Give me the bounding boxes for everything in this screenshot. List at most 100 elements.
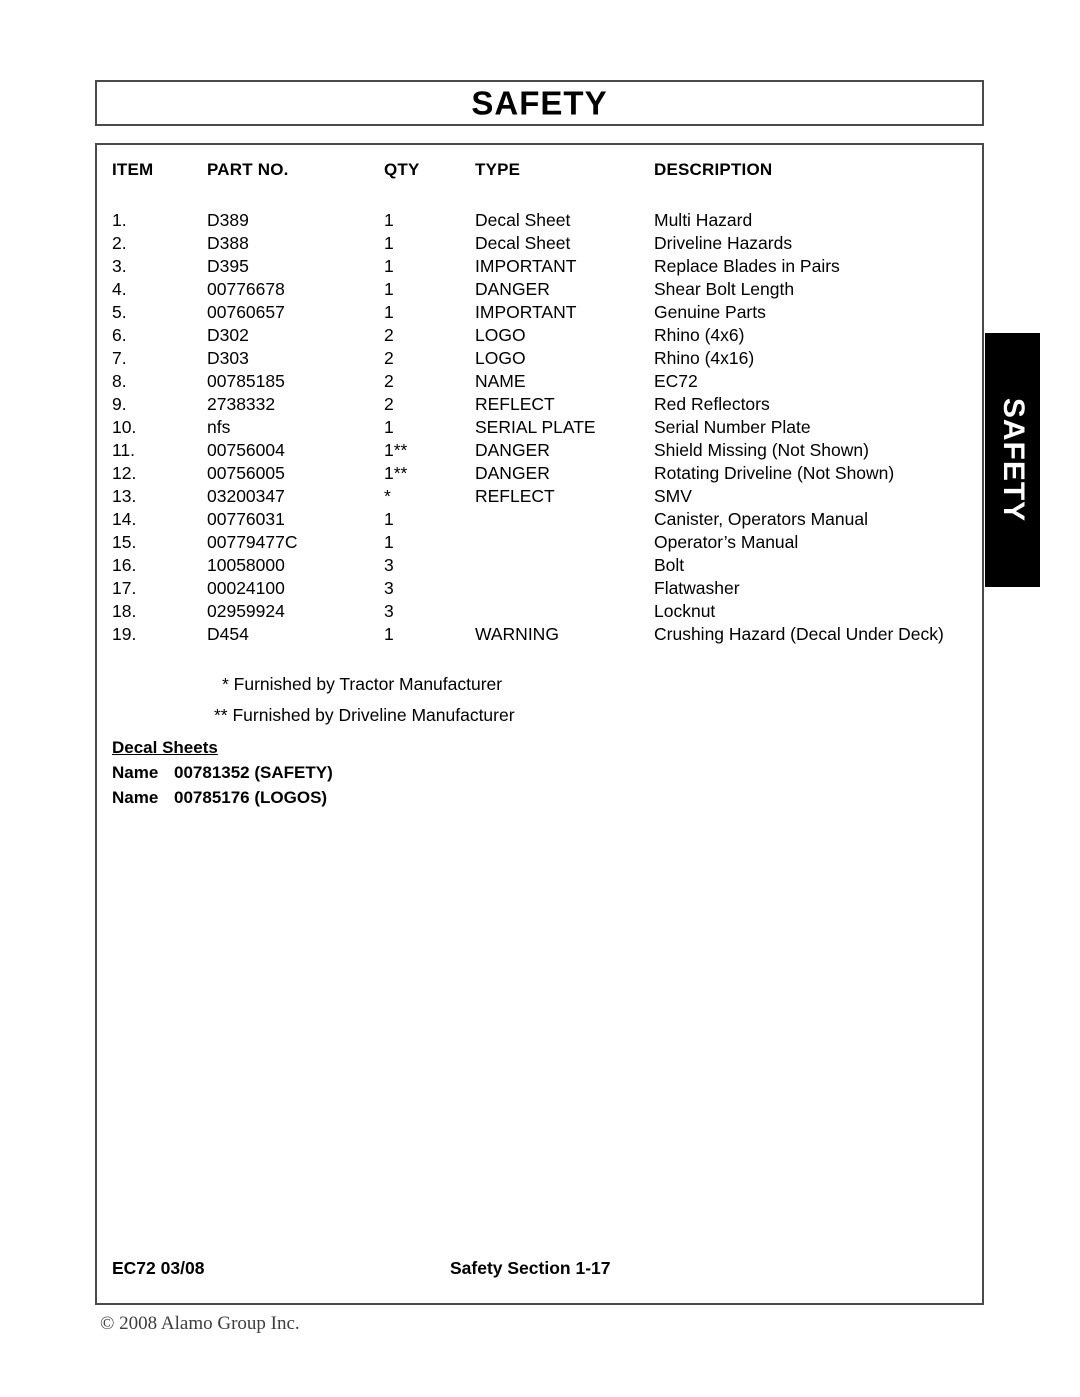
cell-qty: 1 xyxy=(384,279,394,299)
cell-description: Rhino (4x16) xyxy=(654,348,755,368)
cell-item: 14. xyxy=(112,509,137,529)
table-row: 14. 00776031 1 Canister, Operators Manual xyxy=(97,508,982,531)
cell-item: 7. xyxy=(112,348,127,368)
cell-part-no: 00756004 xyxy=(207,440,285,460)
cell-part-no: D388 xyxy=(207,233,249,253)
table-row: 12. 00756005 1** DANGER Rotating Driveline (… xyxy=(97,462,982,485)
cell-item: 8. xyxy=(112,371,127,391)
cell-description: Crushing Hazard (Decal Under Deck) xyxy=(654,624,944,644)
cell-qty: 2 xyxy=(384,394,394,414)
table-header-row: ITEM PART NO. QTY TYPE DESCRIPTION xyxy=(97,158,982,181)
cell-part-no: D454 xyxy=(207,624,249,644)
cell-item: 18. xyxy=(112,601,137,621)
cell-type: LOGO xyxy=(475,325,526,345)
cell-description: Rhino (4x6) xyxy=(654,325,745,345)
cell-part-no: 00756005 xyxy=(207,463,285,483)
cell-qty: 1 xyxy=(384,509,394,529)
cell-part-no: 03200347 xyxy=(207,486,285,506)
cell-part-no: 00779477C xyxy=(207,532,298,552)
cell-part-no: 2738332 xyxy=(207,394,276,414)
cell-part-no: nfs xyxy=(207,417,231,437)
decal-sheet-line-2: Name 00785176 (LOGOS) xyxy=(112,787,327,809)
table-row: 3. D395 1 IMPORTANT Replace Blades in Pairs xyxy=(97,255,982,278)
cell-item: 16. xyxy=(112,555,137,575)
column-header-item: ITEM xyxy=(112,160,154,179)
cell-item: 5. xyxy=(112,302,127,322)
cell-part-no: 00024100 xyxy=(207,578,285,598)
column-header-description: DESCRIPTION xyxy=(654,160,773,179)
cell-qty: 1 xyxy=(384,532,394,552)
table-row: 2. D388 1 Decal Sheet Driveline Hazards xyxy=(97,232,982,255)
cell-qty: 1 xyxy=(384,302,394,322)
cell-qty: 1 xyxy=(384,417,394,437)
cell-qty: 1 xyxy=(384,210,394,230)
cell-type: WARNING xyxy=(475,624,559,644)
cell-type: IMPORTANT xyxy=(475,256,577,276)
section-side-tab: SAFETY xyxy=(985,333,1040,587)
cell-qty: 3 xyxy=(384,601,394,621)
cell-description: Red Reflectors xyxy=(654,394,770,414)
cell-item: 11. xyxy=(112,440,136,460)
cell-type: DANGER xyxy=(475,463,550,483)
decal-sheet-value-2: 00785176 (LOGOS) xyxy=(174,788,328,807)
cell-description: EC72 xyxy=(654,371,698,391)
cell-qty: 3 xyxy=(384,578,394,598)
cell-type: NAME xyxy=(475,371,526,391)
cell-type: DANGER xyxy=(475,279,550,299)
cell-description: Serial Number Plate xyxy=(654,417,811,437)
cell-part-no: 02959924 xyxy=(207,601,285,621)
decal-sheet-label-2: Name xyxy=(112,788,159,807)
decal-sheet-line-1: Name 00781352 (SAFETY) xyxy=(112,762,333,784)
cell-item: 12. xyxy=(112,463,137,483)
cell-description: Driveline Hazards xyxy=(654,233,793,253)
table-row: 11. 00756004 1** DANGER Shield Missing (Not … xyxy=(97,439,982,462)
cell-item: 10. xyxy=(112,417,137,437)
copyright-notice: © 2008 Alamo Group Inc. xyxy=(100,1313,300,1334)
cell-type: Decal Sheet xyxy=(475,233,571,253)
cell-description: Flatwasher xyxy=(654,578,740,598)
cell-item: 3. xyxy=(112,256,127,276)
cell-part-no: D302 xyxy=(207,325,249,345)
table-row: 8. 00785185 2 NAME EC72 xyxy=(97,370,982,393)
cell-part-no: 00776031 xyxy=(207,509,285,529)
cell-item: 2. xyxy=(112,233,127,253)
cell-part-no: D389 xyxy=(207,210,249,230)
cell-description: Genuine Parts xyxy=(654,302,766,322)
footer-section-page: Safety Section 1-17 xyxy=(450,1258,611,1278)
footer-model-date: EC72 03/08 xyxy=(112,1258,205,1278)
decal-sheets-heading: Decal Sheets xyxy=(112,738,218,757)
cell-qty: 1 xyxy=(384,233,394,253)
table-row: 15. 00779477C 1 Operator’s Manual xyxy=(97,531,982,554)
cell-type: SERIAL PLATE xyxy=(475,417,596,437)
section-title-box: SAFETY xyxy=(95,80,984,126)
cell-item: 1. xyxy=(112,210,127,230)
cell-qty: 1** xyxy=(384,463,408,483)
content-frame: ITEM PART NO. QTY TYPE DESCRIPTION 1. D38… xyxy=(95,143,984,1305)
cell-type: DANGER xyxy=(475,440,550,460)
cell-qty: 3 xyxy=(384,555,394,575)
cell-description: Shear Bolt Length xyxy=(654,279,795,299)
table-row: 13. 03200347 * REFLECT SMV xyxy=(97,485,982,508)
cell-qty: 1 xyxy=(384,256,394,276)
table-row: 16. 10058000 3 Bolt xyxy=(97,554,982,577)
cell-description: Operator’s Manual xyxy=(654,532,799,552)
cell-description: Locknut xyxy=(654,601,716,621)
table-row: 7. D303 2 LOGO Rhino (4x16) xyxy=(97,347,982,370)
cell-item: 6. xyxy=(112,325,127,345)
cell-item: 9. xyxy=(112,394,127,414)
cell-description: Rotating Driveline (Not Shown) xyxy=(654,463,895,483)
cell-qty: 1 xyxy=(384,624,394,644)
cell-qty: 2 xyxy=(384,325,394,345)
cell-type: REFLECT xyxy=(475,486,555,506)
table-row: 5. 00760657 1 IMPORTANT Genuine Parts xyxy=(97,301,982,324)
table-row: 19. D454 1 WARNING Crushing Hazard (Decal Un… xyxy=(97,623,982,646)
cell-type: Decal Sheet xyxy=(475,210,571,230)
table-row: 17. 00024100 3 Flatwasher xyxy=(97,577,982,600)
cell-type: REFLECT xyxy=(475,394,555,414)
cell-qty: 2 xyxy=(384,371,394,391)
cell-description: Multi Hazard xyxy=(654,210,753,230)
cell-part-no: 10058000 xyxy=(207,555,285,575)
cell-part-no: D303 xyxy=(207,348,249,368)
footnote-single-star: * Furnished by Tractor Manufacturer xyxy=(222,674,503,694)
cell-part-no: 00776678 xyxy=(207,279,285,299)
